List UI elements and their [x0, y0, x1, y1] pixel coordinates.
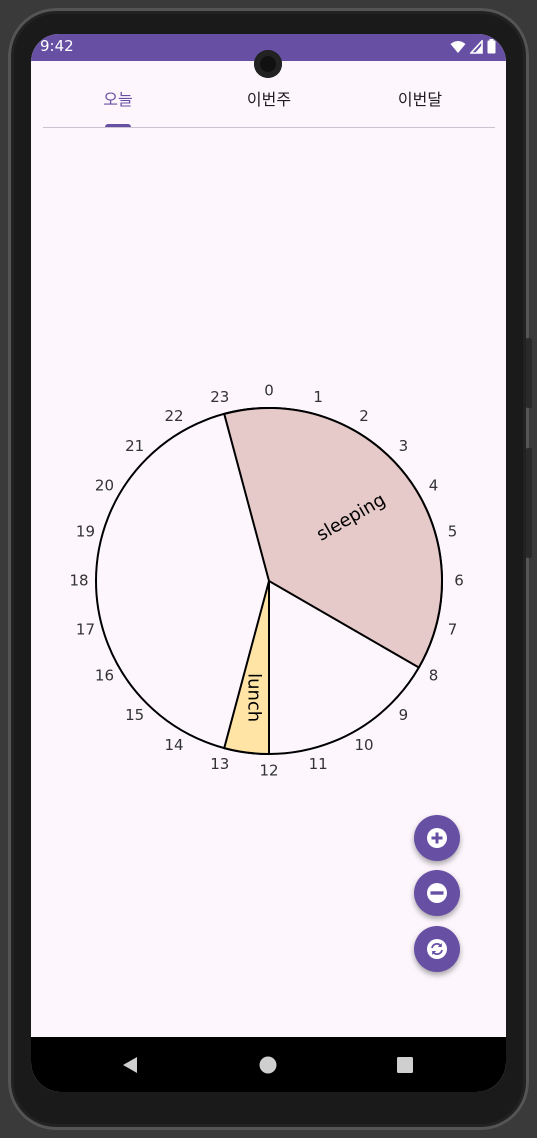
nav-home[interactable]	[238, 1037, 298, 1092]
hour-label-23: 23	[210, 388, 229, 406]
add-circle-icon	[427, 828, 447, 848]
hour-label-16: 16	[95, 667, 114, 685]
hour-label-11: 11	[309, 755, 328, 773]
hour-label-14: 14	[164, 736, 183, 754]
phone-screen: 9:42 오늘 이번주 이번달 sleeping lunch 0 1 2 3 4…	[31, 34, 506, 1092]
hour-label-15: 15	[125, 706, 144, 724]
hour-label-10: 10	[354, 736, 373, 754]
hour-label-12: 12	[259, 762, 278, 780]
recents-icon	[397, 1056, 413, 1073]
segment-label-lunch: lunch	[244, 673, 265, 722]
home-icon	[259, 1056, 277, 1073]
hour-label-22: 22	[164, 407, 183, 425]
system-nav-bar	[31, 1037, 506, 1092]
hour-label-0: 0	[264, 382, 274, 400]
hour-label-6: 6	[454, 572, 464, 590]
hour-label-1: 1	[313, 388, 323, 406]
back-icon	[123, 1056, 137, 1073]
power-button	[526, 338, 532, 408]
hour-label-3: 3	[399, 437, 409, 455]
hour-label-9: 9	[399, 706, 409, 724]
hour-label-21: 21	[125, 437, 144, 455]
remove-button[interactable]	[414, 870, 460, 916]
hour-label-2: 2	[359, 407, 369, 425]
hour-label-18: 18	[69, 572, 88, 590]
hour-label-20: 20	[95, 477, 114, 495]
sync-button[interactable]	[414, 926, 460, 972]
hour-label-5: 5	[448, 522, 458, 540]
nav-back[interactable]	[100, 1037, 160, 1092]
hour-label-17: 17	[76, 621, 95, 639]
nav-recents[interactable]	[375, 1037, 435, 1092]
remove-icon	[427, 883, 447, 903]
hour-label-19: 19	[76, 522, 95, 540]
hour-label-7: 7	[448, 621, 458, 639]
sync-icon	[427, 939, 447, 959]
hour-label-13: 13	[210, 755, 229, 773]
hour-label-4: 4	[429, 477, 439, 495]
volume-button	[526, 448, 532, 558]
hour-label-8: 8	[429, 667, 439, 685]
add-button[interactable]	[414, 815, 460, 861]
